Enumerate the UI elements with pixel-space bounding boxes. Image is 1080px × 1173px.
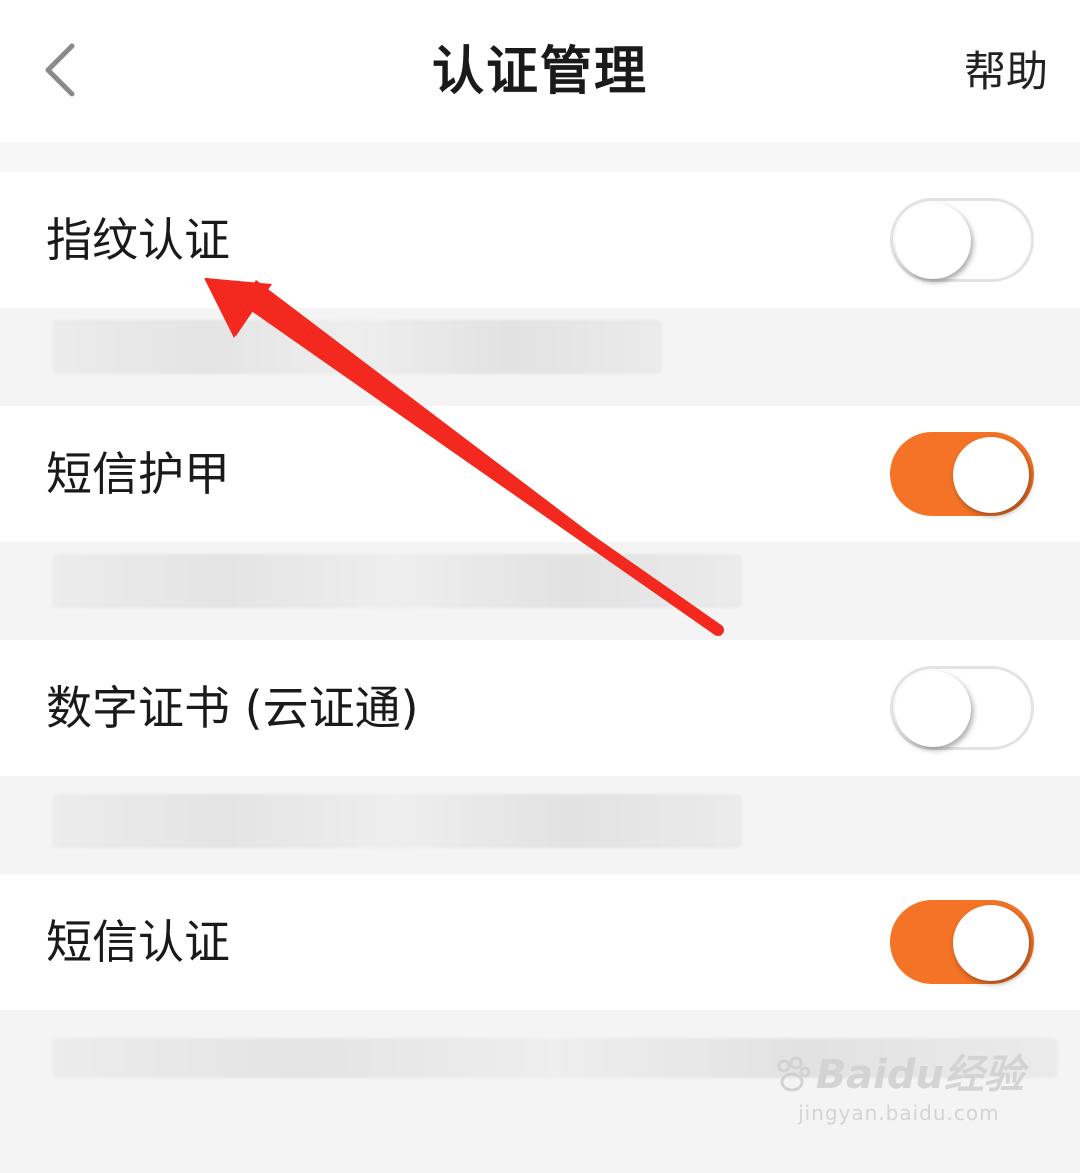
sms-armor-toggle[interactable] xyxy=(890,432,1034,516)
watermark-brand-text: Baidu经验 xyxy=(815,1052,1024,1098)
toggle-knob xyxy=(953,437,1029,513)
digital-certificate-toggle[interactable] xyxy=(890,666,1034,750)
toggle-knob xyxy=(895,203,971,279)
watermark: Baidu经验 jingyan.baidu.com xyxy=(774,1050,1024,1126)
setting-label: 数字证书 (云证通) xyxy=(46,681,419,735)
blurred-text xyxy=(52,320,662,374)
toggle-knob xyxy=(953,905,1029,981)
setting-row-fingerprint: 指纹认证 xyxy=(0,172,1080,308)
setting-description-blurred xyxy=(0,542,1080,640)
watermark-brand: Baidu经验 xyxy=(774,1050,1024,1100)
setting-row-sms-auth: 短信认证 xyxy=(0,874,1080,1010)
paw-icon xyxy=(777,1056,811,1092)
setting-row-sms-armor: 短信护甲 xyxy=(0,406,1080,542)
screen: 认证管理 帮助 指纹认证 短信护甲 数字证书 (云证通) 短信认证 Baidu经… xyxy=(0,0,1080,1173)
setting-label: 指纹认证 xyxy=(46,213,230,267)
help-button[interactable]: 帮助 xyxy=(964,44,1048,100)
blurred-text xyxy=(52,794,742,848)
setting-description-blurred xyxy=(0,776,1080,874)
setting-description-blurred xyxy=(0,308,1080,406)
toggle-knob xyxy=(895,671,971,747)
sms-auth-toggle[interactable] xyxy=(890,900,1034,984)
fingerprint-toggle[interactable] xyxy=(890,198,1034,282)
watermark-url: jingyan.baidu.com xyxy=(798,1101,1000,1125)
blurred-text xyxy=(52,554,742,608)
setting-row-digital-certificate: 数字证书 (云证通) xyxy=(0,640,1080,776)
setting-label: 短信认证 xyxy=(46,915,230,969)
setting-label: 短信护甲 xyxy=(46,447,230,501)
page-title: 认证管理 xyxy=(431,42,648,102)
header: 认证管理 帮助 xyxy=(0,0,1080,142)
